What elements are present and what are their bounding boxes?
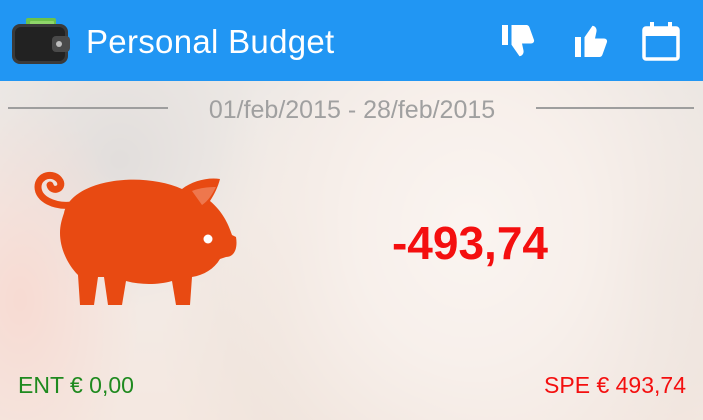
header-bar: Personal Budget — [0, 0, 703, 81]
thumbs-down-icon — [502, 25, 535, 57]
dislike-button[interactable] — [497, 20, 539, 62]
calendar-icon — [642, 22, 680, 61]
divider-left — [8, 107, 168, 109]
budget-widget[interactable]: Personal Budget 01/feb/2015 - 28/feb/201… — [0, 0, 703, 420]
expense-total: SPE € 493,74 — [544, 372, 686, 398]
date-range-label: 01/feb/2015 - 28/feb/2015 — [208, 96, 496, 124]
like-button[interactable] — [570, 20, 612, 62]
date-range: 01/feb/2015 - 28/feb/2015 — [0, 96, 703, 126]
wallet-icon — [12, 18, 70, 66]
thumbs-up-icon — [575, 25, 608, 57]
balance-amount: -493,74 — [391, 217, 548, 269]
piggy-bank-icon — [32, 165, 237, 310]
app-title: Personal Budget — [86, 23, 335, 60]
divider-right — [536, 107, 694, 109]
income-total: ENT € 0,00 — [18, 372, 134, 398]
calendar-button[interactable] — [640, 20, 682, 62]
